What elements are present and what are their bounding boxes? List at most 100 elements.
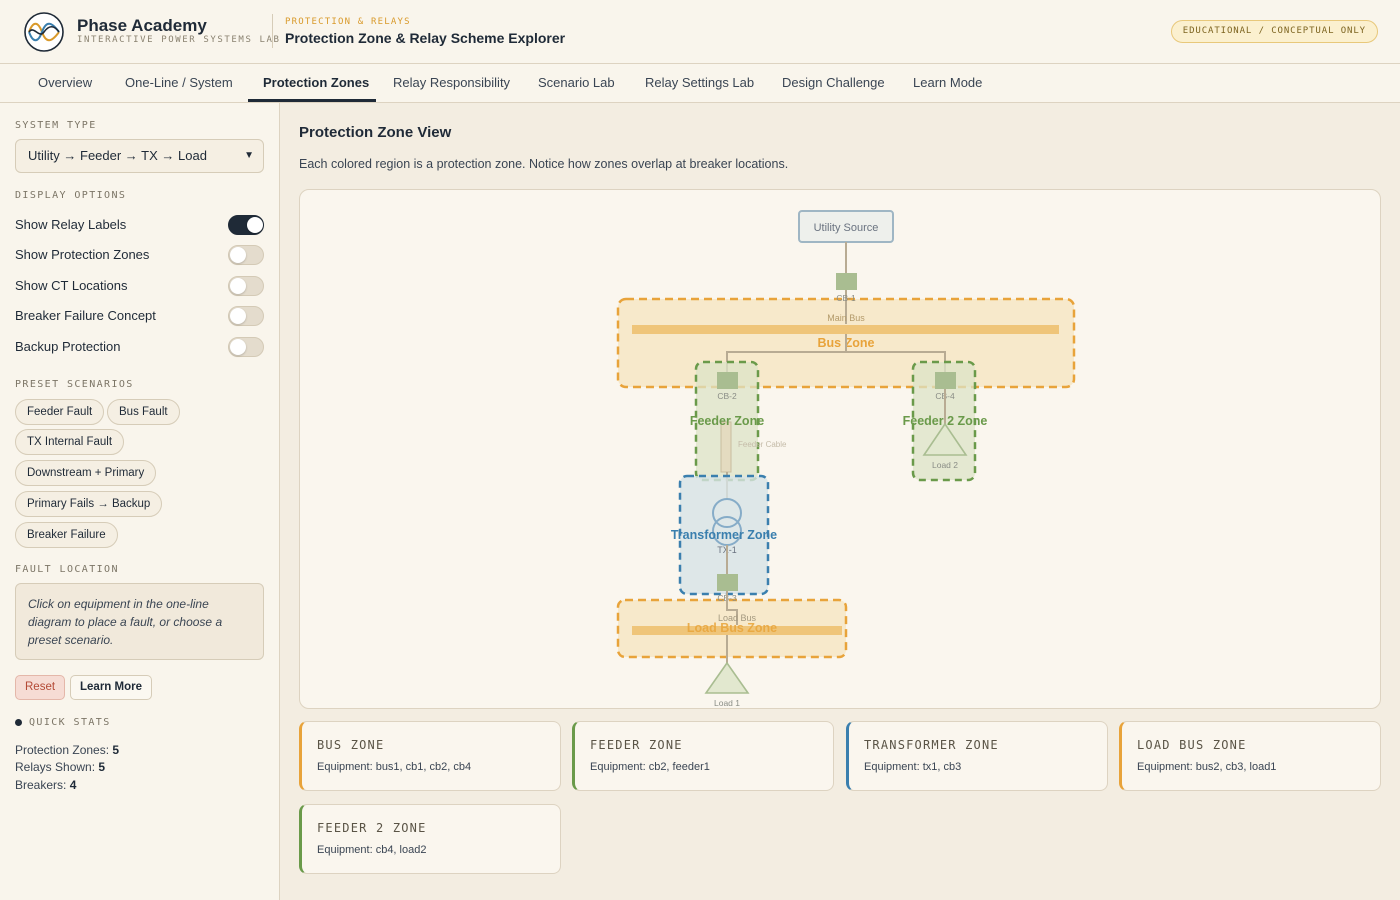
stat-relays-shown: Relays Shown: 5 [15, 760, 105, 774]
feeder-cable-label: Feeder Cable [738, 440, 787, 449]
zone-card-equipment: Equipment: cb4, load2 [317, 844, 427, 856]
preset-breaker-failure[interactable]: Breaker Failure [15, 522, 118, 548]
stats-dot-icon [15, 719, 22, 726]
cb1-breaker[interactable] [836, 273, 857, 290]
preset-bus-fault[interactable]: Bus Fault [107, 399, 180, 425]
zone-card-load-bus[interactable]: LOAD BUS ZONE Equipment: bus2, cb3, load… [1119, 721, 1381, 791]
preset-primary-fails-backup[interactable]: Primary Fails → Backup [15, 491, 163, 517]
load-bus-zone-label: Load Bus Zone [687, 621, 777, 635]
tab-learn-mode[interactable]: Learn Mode [913, 64, 982, 102]
tab-scenario-lab[interactable]: Scenario Lab [538, 64, 615, 102]
zone-card-title: LOAD BUS ZONE [1137, 738, 1247, 752]
option-breaker-failure-concept: Breaker Failure Concept [15, 306, 264, 328]
fault-location-hint: Click on equipment in the one-line diagr… [15, 583, 264, 660]
stat-value: 5 [98, 760, 106, 774]
section-title: Protection Zone View [299, 124, 452, 141]
tab-bar: Overview One-Line / System Protection Zo… [0, 64, 1400, 103]
option-show-relay-labels: Show Relay Labels [15, 215, 264, 237]
option-backup-protection: Backup Protection [15, 337, 264, 359]
transformer-zone-label: Transformer Zone [671, 528, 777, 542]
load1-label: Load 1 [714, 698, 740, 708]
tab-relay-responsibility[interactable]: Relay Responsibility [393, 64, 510, 102]
preset-tx-internal-fault[interactable]: TX Internal Fault [15, 429, 125, 455]
toggle-backup-protection[interactable] [228, 337, 264, 357]
quick-stats-label: QUICK STATS [29, 717, 111, 728]
header-divider [272, 14, 273, 48]
toggle-show-relay-labels[interactable] [228, 215, 264, 235]
system-type-value: Utility → Feeder → TX → Load [28, 148, 207, 163]
feeder2-zone-label: Feeder 2 Zone [903, 414, 988, 428]
preset-scenarios-label: PRESET SCENARIOS [15, 379, 134, 390]
zone-card-title: TRANSFORMER ZONE [864, 738, 999, 752]
fault-location-label: FAULT LOCATION [15, 564, 119, 575]
sidebar: SYSTEM TYPE Utility → Feeder → TX → Load… [0, 103, 280, 900]
zone-card-feeder2[interactable]: FEEDER 2 ZONE Equipment: cb4, load2 [299, 804, 561, 874]
zone-card-feeder[interactable]: FEEDER ZONE Equipment: cb2, feeder1 [572, 721, 834, 791]
tab-overview[interactable]: Overview [38, 64, 92, 102]
learn-more-button[interactable]: Learn More [70, 675, 152, 700]
brand-name: Phase Academy [77, 16, 207, 35]
header-kicker: PROTECTION & RELAYS [285, 17, 411, 27]
page-title: Protection Zone & Relay Scheme Explorer [285, 30, 566, 46]
option-show-ct-locations: Show CT Locations [15, 276, 264, 298]
stat-breakers: Breakers: 4 [15, 778, 76, 792]
main-bus-bar[interactable] [632, 325, 1059, 334]
system-type-label: SYSTEM TYPE [15, 120, 97, 131]
option-label: Show Protection Zones [15, 247, 150, 262]
preset-feeder-fault[interactable]: Feeder Fault [15, 399, 105, 425]
zone-card-title: FEEDER ZONE [590, 738, 683, 752]
active-tab-indicator [248, 99, 376, 102]
tab-one-line-system[interactable]: One-Line / System [125, 64, 233, 102]
diagram-svg: Utility Source CB-1 Main Bus Bus Zone CB… [616, 210, 1076, 708]
phase-academy-logo-icon [24, 12, 64, 52]
feeder-cable[interactable] [720, 421, 732, 473]
brand-subtitle: INTERACTIVE POWER SYSTEMS LAB [77, 35, 281, 45]
reset-button[interactable]: Reset [15, 675, 66, 700]
educational-badge: EDUCATIONAL / CONCEPTUAL ONLY [1170, 20, 1378, 43]
cb3-breaker[interactable] [717, 574, 738, 591]
stat-value: 5 [112, 743, 120, 757]
load2-label: Load 2 [932, 460, 958, 470]
load1-triangle[interactable] [704, 661, 750, 694]
stat-label: Protection Zones: [15, 743, 110, 757]
option-label: Show CT Locations [15, 278, 128, 293]
zone-card-title: BUS ZONE [317, 738, 385, 752]
cb4-breaker[interactable] [935, 372, 956, 389]
option-show-protection-zones: Show Protection Zones [15, 245, 264, 267]
cb1-label: CB-1 [836, 293, 856, 303]
feeder-zone-label: Feeder Zone [690, 414, 764, 428]
zone-card-transformer[interactable]: TRANSFORMER ZONE Equipment: tx1, cb3 [846, 721, 1108, 791]
toggle-show-protection-zones[interactable] [228, 245, 264, 265]
tab-protection-zones[interactable]: Protection Zones [263, 64, 369, 102]
toggle-knob [230, 339, 246, 355]
toggle-knob [230, 308, 246, 324]
main-bus-label: Main Bus [827, 313, 865, 323]
zone-card-equipment: Equipment: bus2, cb3, load1 [1137, 761, 1277, 773]
chevron-down-icon: ▼ [244, 150, 254, 161]
option-label: Show Relay Labels [15, 217, 127, 232]
zone-card-equipment: Equipment: bus1, cb1, cb2, cb4 [317, 761, 472, 773]
utility-source-label: Utility Source [814, 222, 879, 234]
toggle-breaker-failure-concept[interactable] [228, 306, 264, 326]
display-options-label: DISPLAY OPTIONS [15, 190, 127, 201]
zone-card-bus[interactable]: BUS ZONE Equipment: bus1, cb1, cb2, cb4 [299, 721, 561, 791]
stat-value: 4 [69, 778, 77, 792]
toggle-knob [247, 217, 263, 233]
cb2-label: CB-2 [717, 391, 737, 401]
option-label: Backup Protection [15, 339, 121, 354]
tab-design-challenge[interactable]: Design Challenge [782, 64, 885, 102]
stat-label: Breakers: [15, 778, 67, 792]
zone-card-equipment: Equipment: cb2, feeder1 [590, 761, 710, 773]
option-label: Breaker Failure Concept [15, 308, 156, 323]
zone-card-equipment: Equipment: tx1, cb3 [864, 761, 962, 773]
stat-label: Relays Shown: [15, 760, 96, 774]
app-header: Phase Academy INTERACTIVE POWER SYSTEMS … [0, 0, 1400, 64]
one-line-diagram: Utility Source CB-1 Main Bus Bus Zone CB… [299, 189, 1381, 709]
preset-downstream-primary[interactable]: Downstream + Primary [15, 460, 157, 486]
toggle-show-ct-locations[interactable] [228, 276, 264, 296]
section-description: Each colored region is a protection zone… [299, 157, 789, 171]
tab-relay-settings-lab[interactable]: Relay Settings Lab [645, 64, 754, 102]
stat-protection-zones: Protection Zones: 5 [15, 743, 119, 757]
cb2-breaker[interactable] [717, 372, 738, 389]
system-type-select[interactable]: Utility → Feeder → TX → Load ▼ [15, 139, 264, 173]
